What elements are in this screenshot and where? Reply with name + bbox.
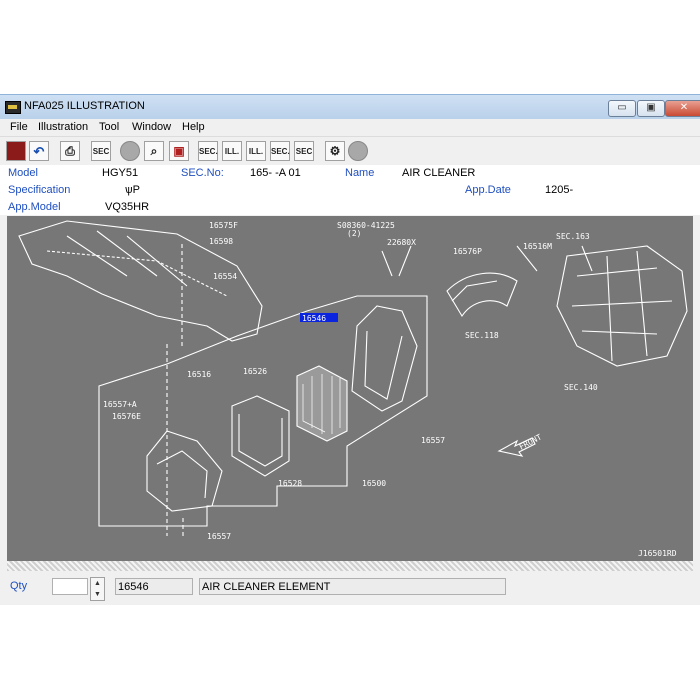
label-qty-2: (2) (347, 229, 361, 238)
menu-window[interactable]: Window (132, 121, 171, 133)
circle-button-2-icon[interactable] (348, 141, 368, 161)
qty-stepper[interactable]: ▲ ▼ (90, 577, 105, 601)
menu-illustration[interactable]: Illustration (38, 121, 88, 133)
label-16557-bottom: 16557 (207, 532, 231, 541)
application-window: NFA025 ILLUSTRATION ▭ ▣ ✕ File Illustrat… (0, 94, 700, 605)
label-16576P: 16576P (453, 247, 482, 256)
appmodel-value: VQ35HR (105, 201, 150, 213)
exit-icon[interactable] (6, 141, 26, 161)
label-sec163: SEC.163 (556, 232, 590, 241)
settings-icon[interactable]: ⚙ (325, 141, 345, 161)
model-value: HGY51 (102, 167, 139, 179)
label-16546: 16546 (302, 314, 326, 323)
part-number-field: 16546 (115, 578, 193, 595)
label-22680X: 22680X (387, 238, 416, 247)
model-label: Model (8, 167, 38, 179)
label-16528: 16528 (278, 479, 302, 488)
appmodel-label: App.Model (8, 201, 61, 213)
label-16516M: 16516M (523, 242, 552, 251)
circle-button-icon[interactable] (120, 141, 140, 161)
label-16554: 16554 (213, 272, 237, 281)
label-16575F: 16575F (209, 221, 238, 230)
label-16557-right: 16557 (421, 436, 445, 445)
book-icon[interactable]: ▣ (169, 141, 189, 161)
horizontal-scrollbar[interactable] (7, 561, 693, 571)
print-icon[interactable]: ⎙ (60, 141, 80, 161)
toolbar: ↶ ⎙ SEC ⌕ ▣ SEC. ILL. ILL. SEC. SEC ⚙ (0, 137, 700, 165)
sec-button[interactable]: SEC (91, 141, 111, 161)
sec-prev-button[interactable]: SEC. (198, 141, 218, 161)
close-button[interactable]: ✕ (665, 100, 700, 117)
minimize-button[interactable]: ▭ (608, 100, 636, 117)
label-16557A: 16557+A (103, 400, 137, 409)
part-name-field: AIR CLEANER ELEMENT (199, 578, 506, 595)
secno-value: 165- -A 01 (250, 167, 301, 179)
window-title: NFA025 ILLUSTRATION (24, 100, 145, 112)
label-front: FRONT (518, 432, 544, 451)
spec-value: ѱР (125, 184, 140, 196)
label-08360: S08360-41225 (337, 221, 395, 230)
menu-bar: File Illustration Tool Window Help (0, 119, 700, 137)
illustration-canvas[interactable]: 16575F 16598 16554 S08360-41225 (2) 2268… (7, 216, 693, 561)
appdate-label: App.Date (465, 184, 511, 196)
air-cleaner-diagram: 16575F 16598 16554 S08360-41225 (2) 2268… (18, 220, 688, 558)
label-16576E: 16576E (112, 412, 141, 421)
appdate-value: 1205- (545, 184, 574, 196)
label-16526: 16526 (243, 367, 267, 376)
maximize-button[interactable]: ▣ (637, 100, 665, 117)
menu-file[interactable]: File (10, 121, 28, 133)
secno-label: SEC.No: (181, 167, 224, 179)
label-16598: 16598 (209, 237, 233, 246)
app-icon (5, 101, 21, 114)
label-drawing-id: J16501RD (638, 549, 677, 558)
info-panel: Model HGY51 SEC.No: 165- -A 01 Name AIR … (0, 165, 700, 215)
qty-label: Qty (10, 580, 28, 592)
search-icon[interactable]: ⌕ (144, 141, 164, 161)
label-16500: 16500 (362, 479, 386, 488)
sec-help-button[interactable]: SEC (294, 141, 314, 161)
ill-next-button[interactable]: ILL. (246, 141, 266, 161)
undo-icon[interactable]: ↶ (29, 141, 49, 161)
label-16516: 16516 (187, 370, 211, 379)
sec-next-button[interactable]: SEC. (270, 141, 290, 161)
menu-tool[interactable]: Tool (99, 121, 119, 133)
spec-label: Specification (8, 184, 71, 196)
status-panel: Qty ▲ ▼ 16546 AIR CLEANER ELEMENT (0, 571, 700, 605)
ill-prev-button[interactable]: ILL. (222, 141, 242, 161)
qty-input[interactable] (52, 578, 88, 595)
label-sec118: SEC.118 (465, 331, 499, 340)
name-value: AIR CLEANER (402, 167, 476, 179)
menu-help[interactable]: Help (182, 121, 205, 133)
label-sec140: SEC.140 (564, 383, 598, 392)
name-label: Name (345, 167, 375, 179)
title-bar: NFA025 ILLUSTRATION ▭ ▣ ✕ (0, 95, 700, 119)
